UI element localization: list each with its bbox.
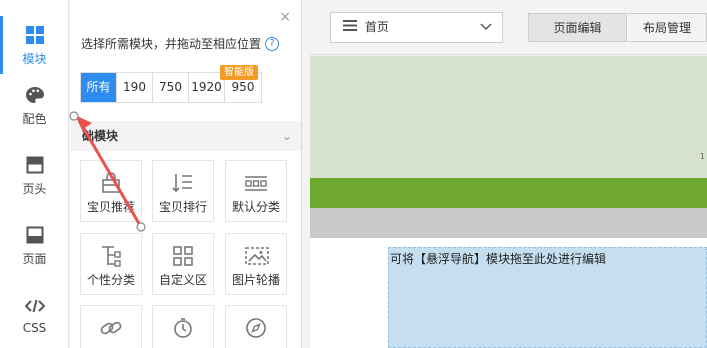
gray-strip <box>310 208 707 238</box>
squares-icon <box>171 244 195 268</box>
tile-label: 图片轮播 <box>231 273 280 287</box>
module-tile-carousel[interactable]: 图片轮播 <box>225 233 287 295</box>
editor-area: 首页 页面编辑 布局管理 1 可将【悬浮导航】模块拖至此处进行编辑 <box>310 0 707 348</box>
tile-label: 宝贝推荐 <box>86 200 135 214</box>
module-panel: × 选择所需模块，并拖动至相应位置 ? 所有 190 750 1920 950 … <box>70 0 302 348</box>
grid-icon <box>24 24 46 46</box>
code-icon <box>24 295 46 317</box>
rail-item-page[interactable]: 页面 <box>0 210 69 280</box>
page-icon <box>24 224 46 246</box>
left-rail: 模块 配色 页头 页面 CSS <box>0 0 69 348</box>
module-tile-default-category[interactable]: 默认分类 <box>225 160 287 222</box>
tile-label: 自定义区 <box>158 273 207 287</box>
tab-page-edit[interactable]: 页面编辑 <box>528 13 627 42</box>
width-option-750[interactable]: 750 <box>153 73 189 102</box>
header-icon <box>24 154 46 176</box>
close-icon[interactable]: × <box>279 9 291 25</box>
nav-bar[interactable] <box>310 178 707 208</box>
chevron-down-icon: ⌄ <box>281 129 292 143</box>
rail-item-colors[interactable]: 配色 <box>0 70 69 140</box>
section-title: 础模块 <box>82 129 119 143</box>
panel-hint: 选择所需模块，并拖动至相应位置 ? <box>81 35 280 52</box>
hint-text: 选择所需模块，并拖动至相应位置 <box>81 37 262 51</box>
drop-zone[interactable]: 可将【悬浮导航】模块拖至此处进行编辑 <box>388 247 707 348</box>
rail-label: 配色 <box>22 111 47 126</box>
tile-label: 个性分类 <box>86 273 135 287</box>
link-icon <box>99 316 123 340</box>
page-canvas: 可将【悬浮导航】模块拖至此处进行编辑 <box>310 238 707 348</box>
timer-icon <box>171 316 195 340</box>
category-icon <box>244 171 268 195</box>
module-tile-timer[interactable] <box>152 305 214 348</box>
module-tile-ranking[interactable]: 宝贝排行 <box>152 160 214 222</box>
editor-toolbar: 首页 页面编辑 布局管理 <box>310 0 707 55</box>
bag-icon <box>99 171 123 195</box>
module-tile-link[interactable] <box>80 305 142 348</box>
rail-label: 模块 <box>22 51 47 66</box>
drop-zone-text: 可将【悬浮导航】模块拖至此处进行编辑 <box>390 252 607 266</box>
smart-badge: 智能版 <box>220 65 258 80</box>
chevron-down-icon <box>480 13 492 42</box>
palette-icon <box>24 84 46 106</box>
help-icon[interactable]: ? <box>265 36 280 51</box>
module-tile-custom-category[interactable]: 个性分类 <box>80 233 142 295</box>
rail-label: CSS <box>22 321 47 335</box>
tab-layout-manage[interactable]: 布局管理 <box>628 13 707 42</box>
tile-label: 宝贝排行 <box>158 200 207 214</box>
app-root: 模块 配色 页头 页面 CSS × 选择所需模块，并拖动至相应位置 ? 所有 1… <box>0 0 707 348</box>
page-select-value: 首页 <box>364 20 389 34</box>
section-header-basic[interactable]: 础模块 ⌄ <box>70 121 301 151</box>
module-tile-compass[interactable] <box>225 305 287 348</box>
rail-item-header[interactable]: 页头 <box>0 140 69 210</box>
rail-item-css[interactable]: CSS <box>0 280 69 348</box>
rail-label: 页面 <box>22 251 47 266</box>
tile-label: 默认分类 <box>231 200 280 214</box>
module-tile-custom-area[interactable]: 自定义区 <box>152 233 214 295</box>
image-carousel-icon <box>244 244 269 268</box>
width-option-all[interactable]: 所有 <box>81 73 117 102</box>
tree-icon <box>99 244 123 268</box>
module-tile-recommend[interactable]: 宝贝推荐 <box>80 160 142 222</box>
page-select[interactable]: 首页 <box>330 12 503 43</box>
sort-list-icon <box>171 171 195 195</box>
banner-number: 1 <box>699 152 705 161</box>
width-option-190[interactable]: 190 <box>117 73 153 102</box>
banner-area[interactable]: 1 <box>310 56 707 178</box>
compass-icon <box>244 316 268 340</box>
rail-label: 页头 <box>22 181 47 196</box>
menu-icon <box>343 13 357 42</box>
